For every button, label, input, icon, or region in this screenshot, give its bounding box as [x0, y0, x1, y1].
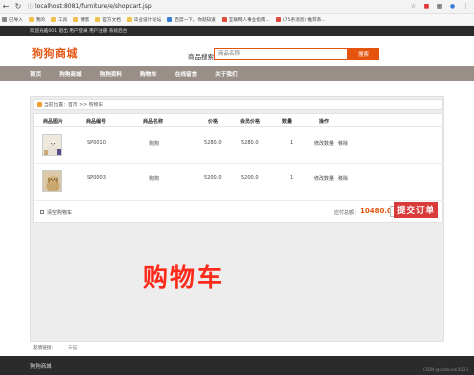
bookmark-item[interactable]: 我的 [28, 17, 45, 23]
total-label: 应付总额： [334, 210, 360, 216]
breadcrumb-text[interactable]: 当前位置：首页 >> 购物车 [44, 101, 103, 108]
table-row: SP0003 狗狗 5200.0 5200.0 1 修改数量 移除 [34, 164, 444, 198]
cart-footer: 清空购物车 应付总额： 10480.0 继续购物 [34, 200, 444, 222]
product-member-price: 5280.0 [241, 140, 259, 146]
product-quantity: 1 [290, 140, 294, 146]
nav-item-cart[interactable]: 购物车 [140, 70, 157, 78]
menu-icon[interactable]: ⋮ [461, 2, 470, 11]
nav-item-messages[interactable]: 在线留言 [175, 70, 197, 78]
folder-icon [95, 17, 101, 22]
csdn-icon [275, 17, 281, 22]
main-nav: 首页 狗狗商城 狗狗资料 购物车 在线留言 关于我们 [0, 66, 474, 81]
col-header-member-price: 会员价格 [240, 119, 261, 125]
search-input[interactable] [215, 49, 347, 59]
folder-icon [51, 17, 56, 22]
product-name[interactable]: 狗狗 [149, 140, 159, 147]
site-logo[interactable]: 狗狗商城 [32, 45, 78, 61]
col-header-image: 商品图片 [43, 119, 64, 125]
col-header-actions: 操作 [319, 119, 330, 125]
remove-link[interactable]: 移除 [338, 140, 348, 147]
dog-photo [43, 135, 61, 155]
bookmark-item[interactable]: (75条消息) 推荐系... [275, 17, 326, 23]
col-header-quantity: 数量 [282, 119, 293, 125]
star-icon[interactable]: ☆ [409, 2, 418, 11]
site-top-bar: 欢迎光临001 退出 用户登录 用户注册 系统后台 [0, 26, 474, 36]
site-footer: 狗狗商城 CSDN @codeuser2023 [0, 356, 474, 375]
folder-icon [2, 17, 7, 22]
col-header-price: 价格 [208, 119, 219, 125]
refresh-icon[interactable]: ↻ [12, 1, 24, 13]
footer-text: 狗狗商城 [30, 364, 52, 370]
browser-address-bar: ← ↻ ⓘ localhost:8081/furniture/e/shopcart… [0, 0, 474, 14]
friend-links-bar: 友情链接： 天猫 [30, 342, 444, 353]
clear-cart-link[interactable]: 清空购物车 [47, 209, 72, 216]
product-code: SP0010 [87, 140, 106, 146]
bookmark-item[interactable]: 互联网人事业指南... [221, 17, 270, 23]
change-quantity-link[interactable]: 修改数量 [314, 140, 334, 147]
nav-item-shop[interactable]: 狗狗商城 [59, 70, 81, 78]
puzzle-icon[interactable]: ▦ [435, 2, 444, 11]
folder-icon [73, 17, 79, 22]
product-price: 5200.0 [204, 175, 222, 181]
url-text: localhost:8081/furniture/e/shopcart.jsp [35, 3, 152, 10]
page-caption: 购物车 [143, 263, 225, 292]
nav-item-home[interactable]: 首页 [30, 70, 41, 78]
product-quantity: 1 [290, 175, 294, 181]
breadcrumb: 当前位置：首页 >> 购物车 [33, 99, 443, 110]
profile-icon[interactable]: ● [448, 2, 457, 11]
location-icon [37, 102, 42, 107]
remove-link[interactable]: 移除 [338, 175, 348, 182]
bookmark-item[interactable]: 官方文档 [95, 17, 121, 23]
browser-actions: ☆ ■ ▦ ● ⋮ [409, 2, 474, 11]
baidu-icon [167, 17, 173, 22]
product-code: SP0003 [87, 175, 106, 181]
info-icon: ⓘ [28, 4, 34, 10]
folder-icon [28, 17, 34, 22]
watermark: CSDN @codeuser2023 [422, 367, 468, 372]
cart-content: 当前位置：首页 >> 购物车 商品图片 商品编号 商品名称 价格 会员价格 数量… [30, 96, 444, 342]
bookmark-item[interactable]: 工具 [51, 17, 67, 23]
friend-link[interactable]: 天猫 [68, 345, 77, 351]
product-price: 5280.0 [204, 140, 222, 146]
col-header-code: 商品编号 [86, 119, 107, 125]
dog-photo [43, 171, 61, 191]
total-value: 10480.0 [360, 207, 392, 215]
submit-order-button[interactable]: 提交订单 [394, 202, 438, 218]
change-quantity-link[interactable]: 修改数量 [314, 175, 334, 182]
back-icon[interactable]: ← [0, 1, 12, 13]
search-label: 商品搜索 [188, 53, 214, 61]
product-member-price: 5200.0 [241, 175, 259, 181]
bookmark-item[interactable]: 博客 [73, 17, 89, 23]
url-field[interactable]: ⓘ localhost:8081/furniture/e/shopcart.jsp [28, 3, 152, 10]
col-header-name: 商品名称 [143, 119, 164, 125]
folder-icon [126, 17, 132, 22]
bookmarks-bar: 已导入 我的 工具 博客 官方文档 毕业设计论坛 百度一下，你就知道 互联网人事… [0, 14, 474, 26]
user-links[interactable]: 欢迎光临001 退出 用户登录 用户注册 系统后台 [30, 28, 127, 34]
site-header: 狗狗商城 商品搜索 搜索 [0, 36, 474, 66]
table-row: SP0010 狗狗 5280.0 5280.0 1 修改数量 移除 [34, 128, 444, 162]
bookmark-item[interactable]: 已导入 [2, 17, 23, 23]
search-box [214, 48, 348, 60]
product-image[interactable] [42, 170, 62, 192]
friend-links-label: 友情链接： [33, 345, 56, 351]
site-icon [221, 17, 227, 22]
nav-item-info[interactable]: 狗狗资料 [100, 70, 122, 78]
search-button[interactable]: 搜索 [348, 48, 379, 60]
clear-cart-icon[interactable] [40, 210, 44, 214]
product-image[interactable] [42, 134, 62, 156]
extension-icon[interactable]: ■ [422, 2, 431, 11]
header-divider [34, 126, 444, 127]
product-name[interactable]: 狗狗 [149, 175, 159, 182]
cart-table: 商品图片 商品编号 商品名称 价格 会员价格 数量 操作 SP0010 狗狗 5… [33, 113, 444, 223]
bookmark-item[interactable]: 毕业设计论坛 [126, 17, 161, 23]
bookmark-item[interactable]: 百度一下，你就知道 [167, 17, 216, 23]
nav-item-about[interactable]: 关于我们 [215, 70, 237, 78]
